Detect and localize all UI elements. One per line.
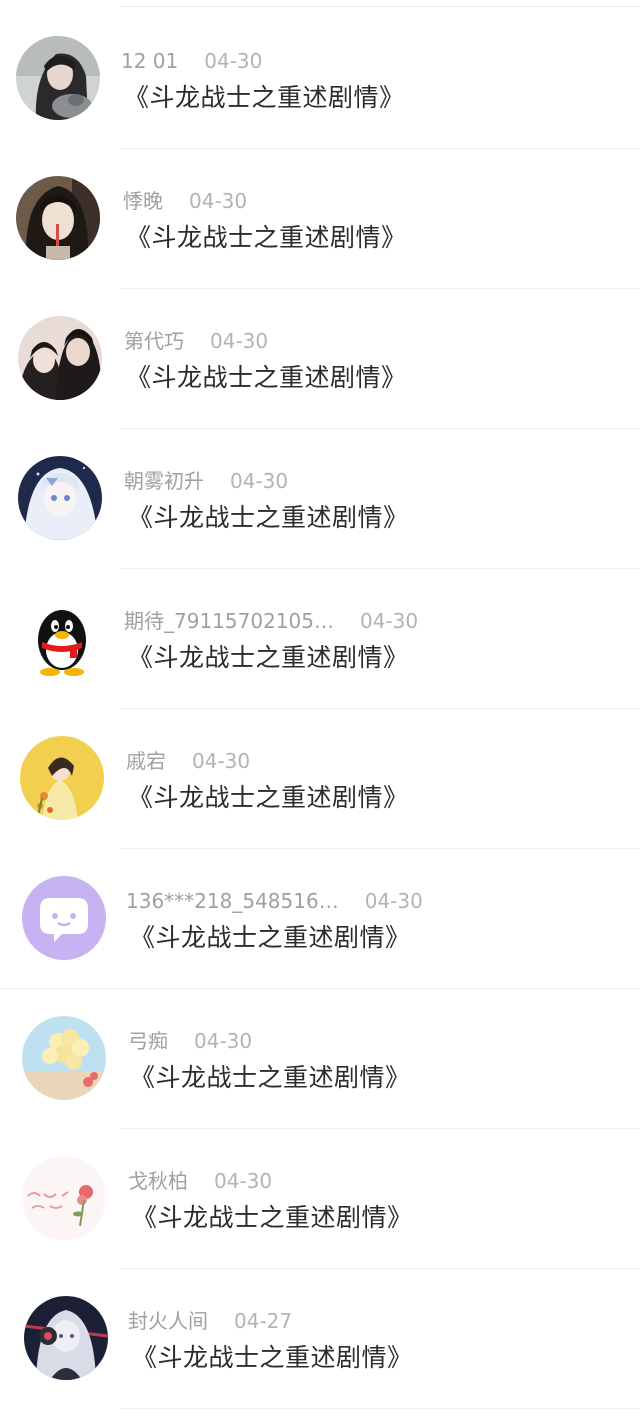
avatar[interactable] <box>20 596 104 680</box>
comment-date: 04-30 <box>230 469 289 493</box>
user-avatar-illustration-icon <box>22 1156 106 1240</box>
comment-date: 04-30 <box>189 189 248 213</box>
comment-text: 《斗龙战士之重述剧情》 <box>128 503 409 532</box>
username[interactable]: 封火人间 <box>128 1309 208 1333</box>
user-avatar-illustration-icon <box>18 456 102 540</box>
list-item[interactable]: 朝雾初升 04-30 《斗龙战士之重述剧情》 <box>0 420 640 569</box>
comment-meta: 封火人间 04-27 <box>128 1306 292 1336</box>
username[interactable]: 12 01 <box>121 49 178 73</box>
list-item[interactable]: 期待_79115702105… 04-30 《斗龙战士之重述剧情》 <box>0 560 640 709</box>
list-item[interactable]: 戈秋柏 04-30 《斗龙战士之重述剧情》 <box>0 1120 640 1269</box>
avatar[interactable] <box>22 1156 106 1240</box>
comment-meta: 戈秋柏 04-30 <box>128 1166 272 1196</box>
user-avatar-photo-icon <box>16 176 100 260</box>
user-avatar-photo-icon <box>22 1016 106 1100</box>
comment-date: 04-30 <box>194 1029 253 1053</box>
comment-date: 04-30 <box>210 329 269 353</box>
comment-text: 《斗龙战士之重述剧情》 <box>126 363 407 392</box>
list-item[interactable]: 悸晚 04-30 《斗龙战士之重述剧情》 <box>0 140 640 289</box>
comment-text: 《斗龙战士之重述剧情》 <box>124 83 405 112</box>
qq-penguin-icon <box>20 596 104 680</box>
username[interactable]: 朝雾初升 <box>124 469 204 493</box>
comment-meta: 136***218_548516… 04-30 <box>126 886 423 916</box>
list-item[interactable]: 第代巧 04-30 《斗龙战士之重述剧情》 <box>0 280 640 429</box>
username[interactable]: 136***218_548516… <box>126 889 339 913</box>
chat-bubble-icon <box>22 876 106 960</box>
comment-meta: 悸晚 04-30 <box>123 186 247 216</box>
avatar[interactable] <box>18 316 102 400</box>
comment-meta: 戚宕 04-30 <box>126 746 250 776</box>
comment-date: 04-30 <box>214 1169 273 1193</box>
avatar[interactable] <box>18 456 102 540</box>
avatar[interactable] <box>24 1296 108 1380</box>
comment-text: 《斗龙战士之重述剧情》 <box>128 783 409 812</box>
comment-date: 04-30 <box>364 889 423 913</box>
username[interactable]: 弓痴 <box>128 1029 168 1053</box>
comment-meta: 12 01 04-30 <box>121 46 262 76</box>
user-avatar-photo-icon <box>16 36 100 120</box>
username[interactable]: 戚宕 <box>126 749 166 773</box>
list-item[interactable]: 弓痴 04-30 《斗龙战士之重述剧情》 <box>0 980 640 1129</box>
comment-date: 04-30 <box>204 49 263 73</box>
comment-text: 《斗龙战士之重述剧情》 <box>126 223 407 252</box>
avatar[interactable] <box>16 176 100 260</box>
avatar[interactable] <box>22 1016 106 1100</box>
list-item[interactable]: 12 01 04-30 《斗龙战士之重述剧情》 <box>0 0 640 149</box>
comment-meta: 期待_79115702105… 04-30 <box>124 606 418 636</box>
comment-text: 《斗龙战士之重述剧情》 <box>132 1343 413 1372</box>
user-avatar-photo-icon <box>18 316 102 400</box>
comment-date: 04-27 <box>234 1309 293 1333</box>
avatar[interactable] <box>20 736 104 820</box>
user-avatar-illustration-icon <box>24 1296 108 1380</box>
avatar[interactable] <box>16 36 100 120</box>
comment-date: 04-30 <box>192 749 251 773</box>
username[interactable]: 第代巧 <box>124 329 184 353</box>
comment-date: 04-30 <box>359 609 419 633</box>
username[interactable]: 戈秋柏 <box>128 1169 188 1193</box>
comment-text: 《斗龙战士之重述剧情》 <box>132 1203 413 1232</box>
list-item[interactable]: 戚宕 04-30 《斗龙战士之重述剧情》 <box>0 700 640 849</box>
comment-text: 《斗龙战士之重述剧情》 <box>130 923 411 952</box>
comment-text: 《斗龙战士之重述剧情》 <box>128 643 409 672</box>
username[interactable]: 悸晚 <box>123 189 163 213</box>
user-avatar-illustration-icon <box>20 736 104 820</box>
comment-meta: 弓痴 04-30 <box>128 1026 252 1056</box>
comment-text: 《斗龙战士之重述剧情》 <box>130 1063 411 1092</box>
comment-meta: 第代巧 04-30 <box>124 326 268 356</box>
divider <box>120 1408 640 1409</box>
avatar[interactable] <box>22 876 106 960</box>
comment-meta: 朝雾初升 04-30 <box>124 466 288 496</box>
list-item[interactable]: 136***218_548516… 04-30 《斗龙战士之重述剧情》 <box>0 840 640 989</box>
list-item[interactable]: 封火人间 04-27 《斗龙战士之重述剧情》 <box>0 1260 640 1409</box>
username[interactable]: 期待_79115702105… <box>124 609 334 633</box>
